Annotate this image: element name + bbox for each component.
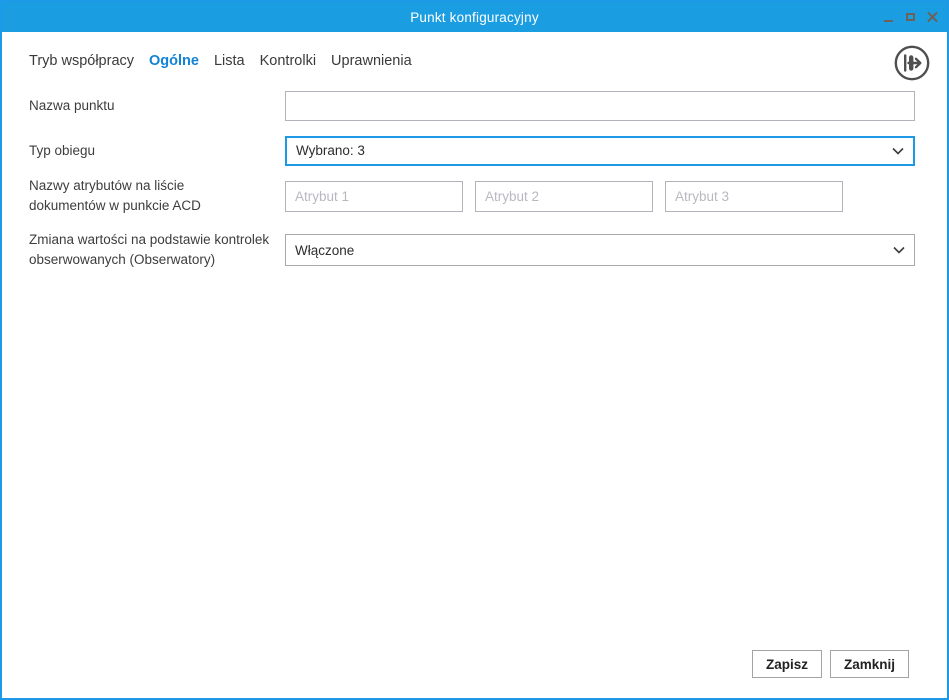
atrybut-1-input[interactable] — [285, 180, 463, 212]
close-button[interactable] — [925, 10, 939, 24]
window-controls — [881, 2, 939, 32]
atrybuty-label-line2: dokumentów w punkcie ACD — [29, 198, 201, 213]
dialog-window: Punkt konfiguracyjny Tryb współpracy Ogó… — [0, 0, 949, 700]
chevron-down-icon — [892, 147, 904, 155]
save-button[interactable]: Zapisz — [751, 650, 822, 678]
maximize-button[interactable] — [903, 10, 917, 24]
tab-uprawnienia[interactable]: Uprawnienia — [331, 53, 412, 69]
typ-obiegu-select[interactable]: Wybrano: 3 — [285, 135, 915, 166]
typ-obiegu-label: Typ obiegu — [29, 142, 96, 158]
window-title: Punkt konfiguracyjny — [410, 9, 539, 25]
nazwa-punktu-input[interactable] — [285, 90, 915, 121]
sliders-arrow-button[interactable] — [893, 44, 931, 82]
tab-tryb-wspolpracy[interactable]: Tryb współpracy — [29, 53, 134, 69]
minimize-button[interactable] — [881, 10, 895, 24]
tab-lista[interactable]: Lista — [214, 53, 245, 69]
tab-ogolne[interactable]: Ogólne — [149, 53, 199, 69]
row-nazwa-punktu: Nazwa punktu — [29, 90, 915, 121]
row-typ-obiegu: Typ obiegu Wybrano: 3 — [29, 135, 915, 166]
maximize-icon — [905, 13, 915, 21]
obserwatory-select[interactable]: Włączone — [285, 234, 915, 266]
atrybuty-label-line1: Nazwy atrybutów na liście — [29, 178, 185, 194]
atrybut-2-input[interactable] — [475, 180, 653, 212]
chevron-down-icon — [893, 246, 905, 254]
tab-strip: Tryb współpracy Ogólne Lista Kontrolki U… — [29, 53, 412, 69]
atrybut-3-input[interactable] — [665, 180, 843, 212]
obserwatory-label-line2: obserwowanych (Obserwatory) — [29, 252, 216, 267]
obserwatory-label-line1: Zmiana wartości na podstawie kontrolek — [29, 232, 270, 248]
row-atrybuty: Nazwy atrybutów na liście dokumentów w p… — [29, 177, 915, 215]
footer-buttons: Zapisz Zamknij — [751, 650, 909, 678]
close-dialog-button[interactable]: Zamknij — [829, 650, 909, 678]
obserwatory-selected-value: Włączone — [295, 242, 355, 258]
nazwa-punktu-label: Nazwa punktu — [29, 97, 115, 113]
atrybuty-label: Nazwy atrybutów na liście dokumentów w p… — [29, 176, 285, 215]
titlebar: Punkt konfiguracyjny — [2, 2, 947, 32]
typ-obiegu-selected-value: Wybrano: 3 — [296, 143, 365, 158]
tab-kontrolki[interactable]: Kontrolki — [260, 53, 316, 69]
sliders-arrow-icon — [894, 45, 930, 81]
row-obserwatory: Zmiana wartości na podstawie kontrolek o… — [29, 231, 915, 269]
obserwatory-label: Zmiana wartości na podstawie kontrolek o… — [29, 230, 285, 269]
minimize-icon — [883, 19, 893, 22]
close-icon — [927, 12, 938, 23]
